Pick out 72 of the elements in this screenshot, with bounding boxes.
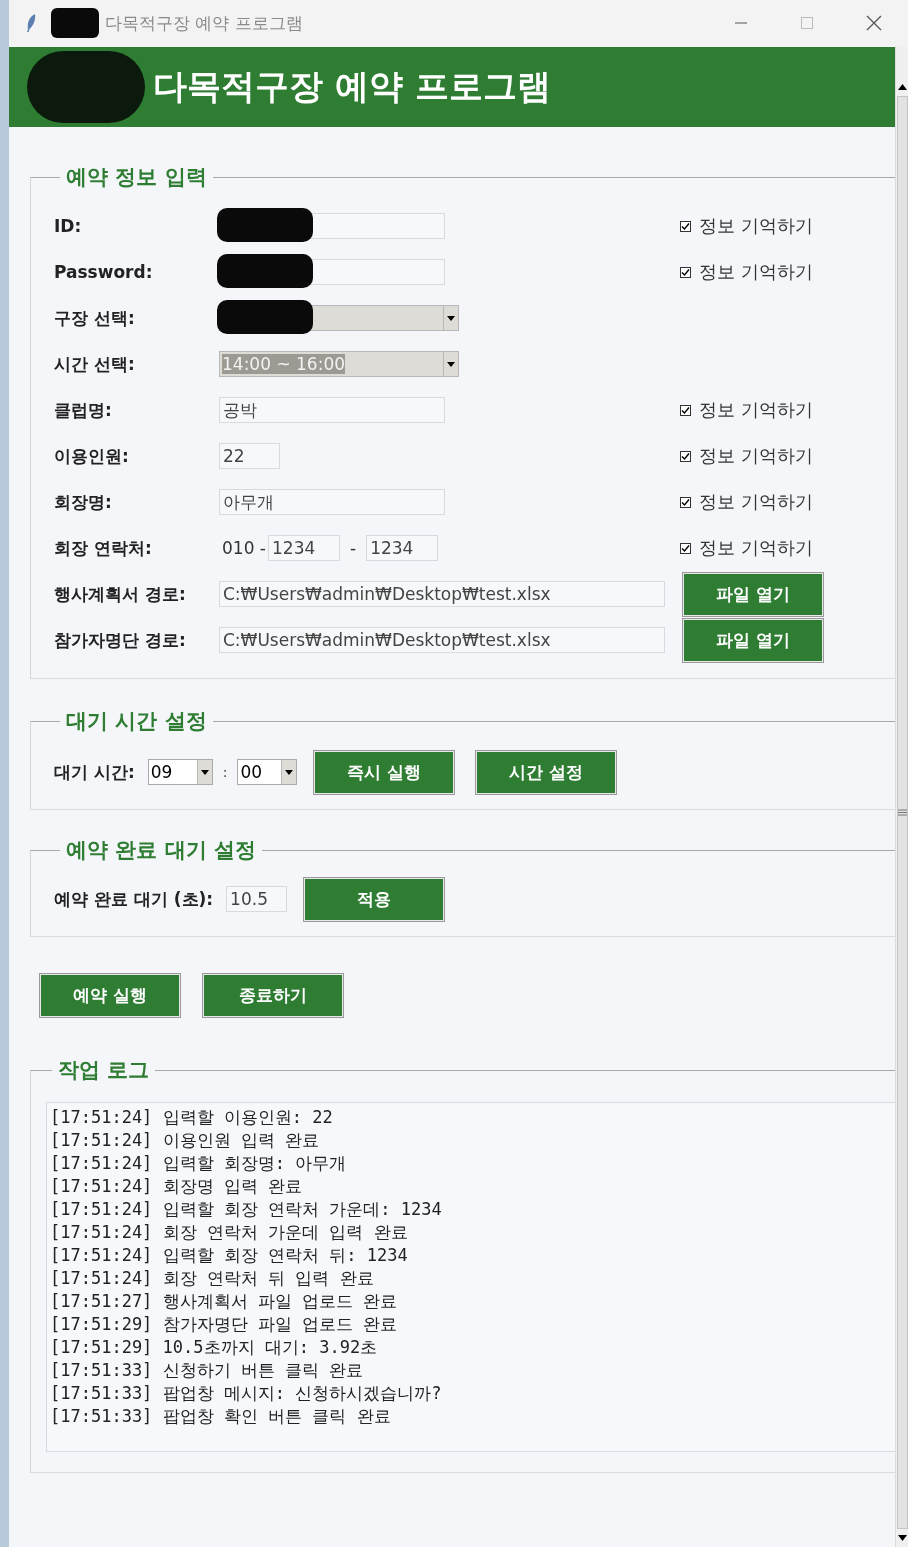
checkbox[interactable]: [680, 220, 691, 232]
separator-text: -: [350, 538, 357, 558]
field-label: 클럽명:: [54, 398, 113, 422]
checkbox[interactable]: [680, 542, 691, 554]
input-field[interactable]: 1234: [366, 535, 439, 561]
log-line: [17:51:29] 10.5초까지 대기: 3.92초: [50, 1336, 379, 1359]
field-label: ID:: [54, 216, 83, 236]
dropdown-arrow-icon: [447, 315, 455, 321]
field-label: 대기 시간:: [54, 760, 135, 784]
section-title: 예약 완료 대기 설정: [65, 837, 257, 864]
scroll-bar[interactable]: [895, 46, 908, 1547]
log-line: [17:51:24] 회장 연락처 가운데 입력 완료: [50, 1221, 409, 1244]
separator-text: :: [222, 764, 228, 780]
input-field[interactable]: 1234: [268, 535, 340, 561]
log-line: [17:51:24] 입력할 회장 연락처 가운데: 1234: [50, 1198, 443, 1221]
checkbox[interactable]: [680, 496, 691, 508]
checkbox[interactable]: [680, 450, 691, 462]
field-label: 회장 연락처:: [54, 536, 153, 560]
action-button[interactable]: 시간 설정: [475, 749, 618, 795]
open-file-button[interactable]: 파일 열기: [682, 571, 824, 617]
checkbox[interactable]: [680, 266, 691, 278]
dropdown-arrow-icon: [447, 361, 455, 367]
window-title: 다목적구장 예약 프로그램: [105, 11, 303, 35]
log-line: [17:51:33] 신청하기 버튼 클릭 완료: [50, 1359, 365, 1382]
action-button[interactable]: 즉시 실행: [313, 749, 456, 795]
field-label: Password:: [54, 262, 154, 282]
field-label: 시간 선택:: [54, 352, 136, 376]
log-line: [17:51:27] 행사계획서 파일 업로드 완료: [50, 1290, 399, 1313]
log-line: [17:51:24] 입력할 회장명: 아무개: [50, 1152, 348, 1175]
open-file-button[interactable]: 파일 열기: [682, 617, 824, 663]
log-line: [17:51:24] 입력할 회장 연락처 뒤: 1234: [50, 1244, 409, 1267]
checkbox-label: 정보 기억하기: [699, 444, 813, 468]
field-label: 회장명:: [54, 490, 113, 514]
log-line: [17:51:24] 회장 연락처 뒤 입력 완료: [50, 1267, 375, 1290]
input-field[interactable]: C:₩Users₩admin₩Desktop₩test.xlsx: [219, 627, 665, 653]
checkbox-label: 정보 기억하기: [699, 214, 813, 238]
dropdown-arrow-icon: [200, 769, 209, 775]
field-label: 예약 완료 대기 (초):: [54, 887, 214, 911]
close-icon[interactable]: [866, 15, 882, 31]
log-line: [17:51:33] 팝업창 메시지: 신청하시겠습니까?: [50, 1382, 443, 1405]
input-field[interactable]: C:₩Users₩admin₩Desktop₩test.xlsx: [219, 581, 665, 607]
phone-prefix: 010 -: [222, 538, 266, 558]
hour-dropdown[interactable]: 09: [147, 759, 213, 785]
checkbox-label: 정보 기억하기: [699, 260, 813, 284]
checkbox-label: 정보 기억하기: [699, 490, 813, 514]
dropdown-arrow-icon: [285, 769, 294, 775]
log-line: [17:51:33] 팝업창 확인 버튼 클릭 완료: [50, 1405, 392, 1428]
apply-button[interactable]: 적용: [303, 876, 446, 922]
input-field[interactable]: 아무개: [219, 489, 445, 515]
checkbox-label: 정보 기억하기: [699, 536, 813, 560]
field-label: 참가자명단 경로:: [54, 628, 187, 652]
log-line: [17:51:29] 참가자명단 파일 업로드 완료: [50, 1313, 399, 1336]
section-title: 대기 시간 설정: [65, 708, 208, 735]
section-title: 작업 로그: [57, 1057, 151, 1084]
input-field[interactable]: 공박: [219, 397, 445, 423]
minute-dropdown[interactable]: 00: [237, 759, 298, 785]
log-line: [17:51:24] 입력할 이용인원: 22: [50, 1106, 334, 1129]
action-button[interactable]: 종료하기: [202, 973, 344, 1018]
checkbox[interactable]: [680, 404, 691, 416]
redaction-mark: [51, 8, 99, 38]
section-title: 예약 정보 입력: [65, 164, 208, 191]
input-field[interactable]: 10.5: [226, 886, 288, 912]
checkbox-label: 정보 기억하기: [699, 398, 813, 422]
log-line: [17:51:24] 회장명 입력 완료: [50, 1175, 304, 1198]
field-label: 행사계획서 경로:: [54, 582, 187, 606]
field-label: 이용인원:: [54, 444, 130, 468]
action-button[interactable]: 예약 실행: [39, 973, 181, 1018]
field-label: 구장 선택:: [54, 306, 136, 330]
log-line: [17:51:24] 이용인원 입력 완료: [50, 1129, 321, 1152]
feather-icon: [25, 13, 37, 33]
input-field[interactable]: 22: [219, 443, 280, 469]
app-title: 다목적구장 예약 프로그램: [153, 65, 551, 108]
